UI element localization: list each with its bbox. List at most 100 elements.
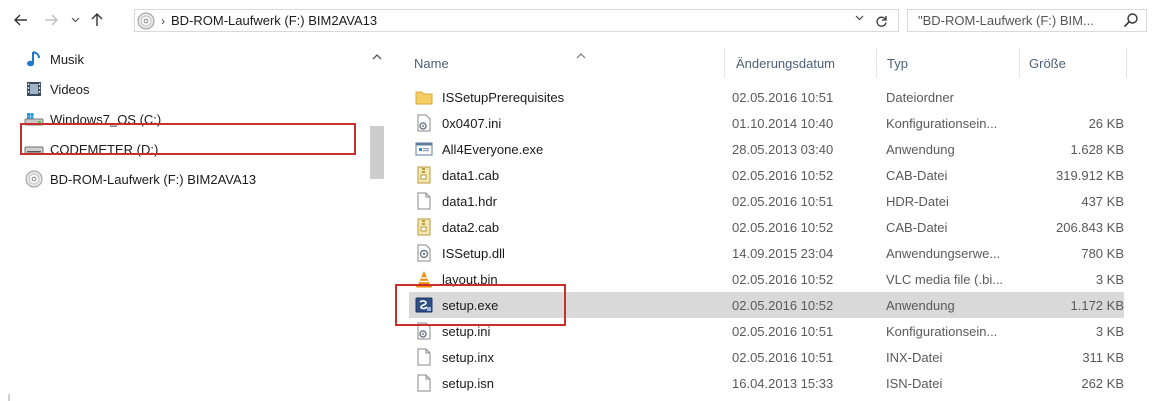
file-date: 14.09.2015 23:04 [732, 245, 834, 261]
config-file-icon [414, 321, 434, 341]
file-date: 01.10.2014 10:40 [732, 115, 834, 131]
file-name: data1.hdr [442, 193, 497, 209]
file-list: Name Änderungsdatum Typ Größe ISSetupPre… [401, 40, 1154, 401]
arrow-up-icon [91, 13, 103, 26]
breadcrumb-path[interactable]: BD-ROM-Laufwerk (F:) BIM2AVA13 [171, 13, 377, 28]
breadcrumb-separator[interactable]: › [161, 14, 165, 28]
cab-file-icon [414, 217, 434, 237]
file-name: layout.bin [442, 271, 498, 287]
nav-item-codemeter[interactable]: CODEMETER (D:) [24, 136, 158, 162]
file-size: 26 KB [1088, 115, 1124, 131]
column-header-type[interactable]: Typ [887, 48, 908, 78]
nav-item-bd-rom[interactable]: BD-ROM-Laufwerk (F:) BIM2AVA13 [24, 166, 256, 192]
config-file-icon [414, 113, 434, 133]
file-size: 3 KB [1095, 323, 1124, 339]
arrow-right-icon [45, 14, 58, 26]
address-toolbar: › BD-ROM-Laufwerk (F:) BIM2AVA13 "BD-ROM… [0, 0, 1154, 40]
file-row-data2-cab[interactable]: data2.cab 02.05.2016 10:52 CAB-Datei 206… [409, 214, 1124, 240]
nav-item-musik[interactable]: Musik [24, 46, 84, 72]
film-icon [24, 80, 44, 98]
sort-ascending-icon [576, 48, 586, 62]
file-size: 780 KB [1081, 245, 1124, 261]
file-row-issetup-dll[interactable]: ISSetup.dll 14.09.2015 23:04 Anwendungse… [409, 240, 1124, 266]
file-row-data1-cab[interactable]: data1.cab 02.05.2016 10:52 CAB-Datei 319… [409, 162, 1124, 188]
blank-file-icon [414, 347, 434, 367]
windows-drive-icon [24, 110, 44, 128]
forward-button[interactable] [42, 10, 60, 30]
file-type: CAB-Datei [886, 219, 948, 235]
scroll-up-arrow-icon[interactable] [372, 52, 382, 63]
column-divider[interactable] [724, 48, 725, 78]
file-row-setup-isn[interactable]: setup.isn 16.04.2013 15:33 ISN-Datei 262… [409, 370, 1124, 396]
file-size: 3 KB [1095, 271, 1124, 287]
file-type: Anwendung [886, 141, 955, 157]
pane-splitter[interactable] [8, 394, 10, 401]
file-row-issetupprerequisites[interactable]: ISSetupPrerequisites 02.05.2016 10:51 Da… [409, 84, 1124, 110]
file-name: ISSetup.dll [442, 245, 505, 261]
file-size: 1.172 KB [1070, 297, 1125, 313]
blank-file-icon [414, 373, 434, 393]
file-row-all4everyone-exe[interactable]: All4Everyone.exe 28.05.2013 03:40 Anwend… [409, 136, 1124, 162]
search-box[interactable]: "BD-ROM-Laufwerk (F:) BIM... [907, 9, 1147, 32]
chevron-down-icon [71, 17, 79, 23]
back-button[interactable] [12, 10, 30, 30]
file-size [1014, 84, 1124, 110]
column-header-label: Größe [1029, 55, 1066, 71]
recent-locations-button[interactable] [66, 10, 84, 30]
vlc-cone-icon [414, 269, 434, 289]
setup-exe-icon [414, 295, 434, 315]
file-type: INX-Datei [886, 349, 943, 365]
file-date: 02.05.2016 10:51 [732, 193, 834, 209]
column-divider[interactable] [876, 48, 877, 78]
file-size: 437 KB [1081, 193, 1124, 209]
refresh-icon [875, 15, 887, 27]
file-row-0x0407-ini[interactable]: 0x0407.ini 01.10.2014 10:40 Konfiguratio… [409, 110, 1124, 136]
nav-item-label: Musik [50, 51, 84, 67]
disc-icon [24, 170, 44, 188]
file-row-setup-ini[interactable]: setup.ini 02.05.2016 10:51 Konfiguration… [409, 318, 1124, 344]
column-header-date[interactable]: Änderungsdatum [736, 48, 835, 78]
file-size: 262 KB [1081, 375, 1124, 391]
file-size: 206.843 KB [1056, 219, 1124, 235]
search-placeholder[interactable]: "BD-ROM-Laufwerk (F:) BIM... [918, 13, 1094, 28]
file-type: HDR-Datei [886, 193, 949, 209]
file-row-data1-hdr[interactable]: data1.hdr 02.05.2016 10:51 HDR-Datei 437… [409, 188, 1124, 214]
column-header-name[interactable]: Name [414, 48, 734, 78]
address-dropdown-icon[interactable] [855, 13, 864, 24]
nav-item-label: Videos [50, 81, 90, 97]
file-name: setup.inx [442, 349, 495, 365]
arrow-left-icon [14, 14, 27, 26]
file-name: data1.cab [442, 167, 500, 183]
column-header-label: Name [414, 55, 449, 71]
file-date: 02.05.2016 10:52 [732, 297, 834, 313]
file-date: 02.05.2016 10:52 [732, 271, 834, 287]
column-header-size[interactable]: Größe [1029, 48, 1066, 78]
dll-file-icon [414, 243, 434, 263]
disc-icon [137, 12, 155, 29]
file-name: 0x0407.ini [442, 115, 502, 131]
nav-item-label: Windows7_OS (C:) [50, 111, 162, 127]
column-divider[interactable] [1126, 48, 1127, 78]
refresh-button[interactable] [871, 11, 891, 31]
cab-file-icon [414, 165, 434, 185]
search-icon[interactable] [1123, 12, 1139, 31]
nav-item-videos[interactable]: Videos [24, 76, 90, 102]
file-row-setup-inx[interactable]: setup.inx 02.05.2016 10:51 INX-Datei 311… [409, 344, 1124, 370]
file-name: setup.isn [442, 375, 495, 391]
file-type: Konfigurationsein... [886, 323, 998, 339]
nav-scrollbar-thumb[interactable] [370, 126, 384, 179]
file-date: 02.05.2016 10:52 [732, 219, 834, 235]
file-type: Anwendungserwe... [886, 245, 1001, 261]
file-row-setup-exe[interactable]: setup.exe 02.05.2016 10:52 Anwendung 1.1… [409, 292, 1124, 318]
file-name: data2.cab [442, 219, 500, 235]
address-bar[interactable]: › BD-ROM-Laufwerk (F:) BIM2AVA13 [134, 9, 899, 32]
file-size: 1.628 KB [1070, 141, 1125, 157]
file-size: 311 KB [1082, 349, 1124, 365]
nav-item-windows7-os[interactable]: Windows7_OS (C:) [24, 106, 161, 132]
nav-item-label: BD-ROM-Laufwerk (F:) BIM2AVA13 [50, 171, 257, 187]
up-button[interactable] [88, 10, 106, 30]
column-divider[interactable] [1019, 48, 1020, 78]
blank-file-icon [414, 191, 434, 211]
file-row-layout-bin[interactable]: layout.bin 02.05.2016 10:52 VLC media fi… [409, 266, 1124, 292]
navigation-pane: Musik Videos Windows7_OS (C:) CODEMETER … [0, 40, 387, 401]
